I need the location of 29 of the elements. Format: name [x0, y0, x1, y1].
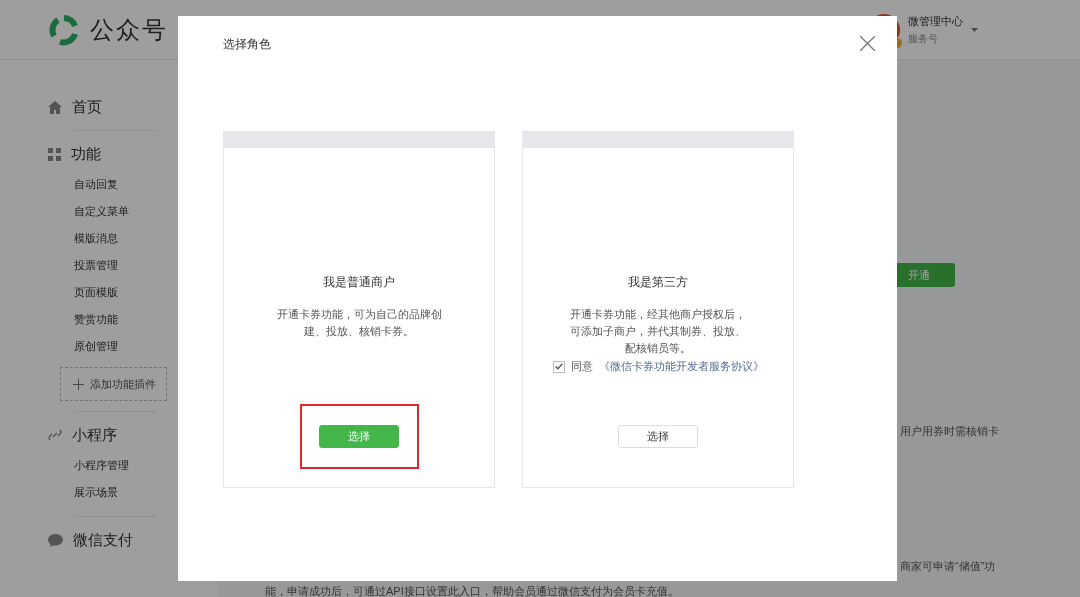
- logo-icon: [48, 13, 80, 46]
- grid-icon: [48, 147, 61, 161]
- sidebar-section[interactable]: 小程序: [72, 425, 117, 445]
- body-text: 能，申请成功后，可通过API接口设置此入口，帮助会员通过微信支付为会员卡充值。: [265, 584, 679, 597]
- card-description: 开通卡券功能，经其他商户授权后， 可添加子商户，并代其制券、投放、 配核销员等。: [570, 307, 746, 356]
- select-button[interactable]: 选择: [618, 425, 698, 448]
- sidebar-section[interactable]: 功能: [71, 144, 101, 164]
- link-icon: [48, 428, 62, 442]
- card-title: 我是第三方: [628, 274, 688, 291]
- close-icon[interactable]: [860, 36, 875, 51]
- plus-icon: [73, 378, 84, 390]
- chat-icon: [48, 533, 63, 547]
- logo-text: 公众号: [90, 14, 168, 45]
- add-plugin-button[interactable]: 添加功能插件: [60, 367, 167, 401]
- agreement-link[interactable]: 《微信卡券功能开发者服务协议》: [598, 359, 764, 374]
- sidebar-section[interactable]: 微信支付: [73, 530, 133, 550]
- card-title: 我是普通商户: [323, 274, 395, 291]
- agree-checkbox[interactable]: [552, 360, 565, 373]
- agree-label: 同意: [570, 359, 593, 374]
- card-description: 开通卡券功能，可为自己的品牌创 建、投放、核销卡券。: [276, 307, 442, 339]
- account-name: 微管理中心: [908, 13, 963, 29]
- modal-title: 选择角色: [223, 36, 271, 53]
- account-type: 服务号: [908, 31, 939, 46]
- caret-icon[interactable]: [971, 27, 978, 32]
- sidebar-section[interactable]: 首页: [72, 97, 102, 117]
- body-text: 用户用券时需核销卡: [900, 424, 999, 439]
- check-icon: [554, 363, 563, 370]
- body-text: 商家可申请“储值”功: [900, 559, 996, 574]
- home-icon: [48, 100, 62, 114]
